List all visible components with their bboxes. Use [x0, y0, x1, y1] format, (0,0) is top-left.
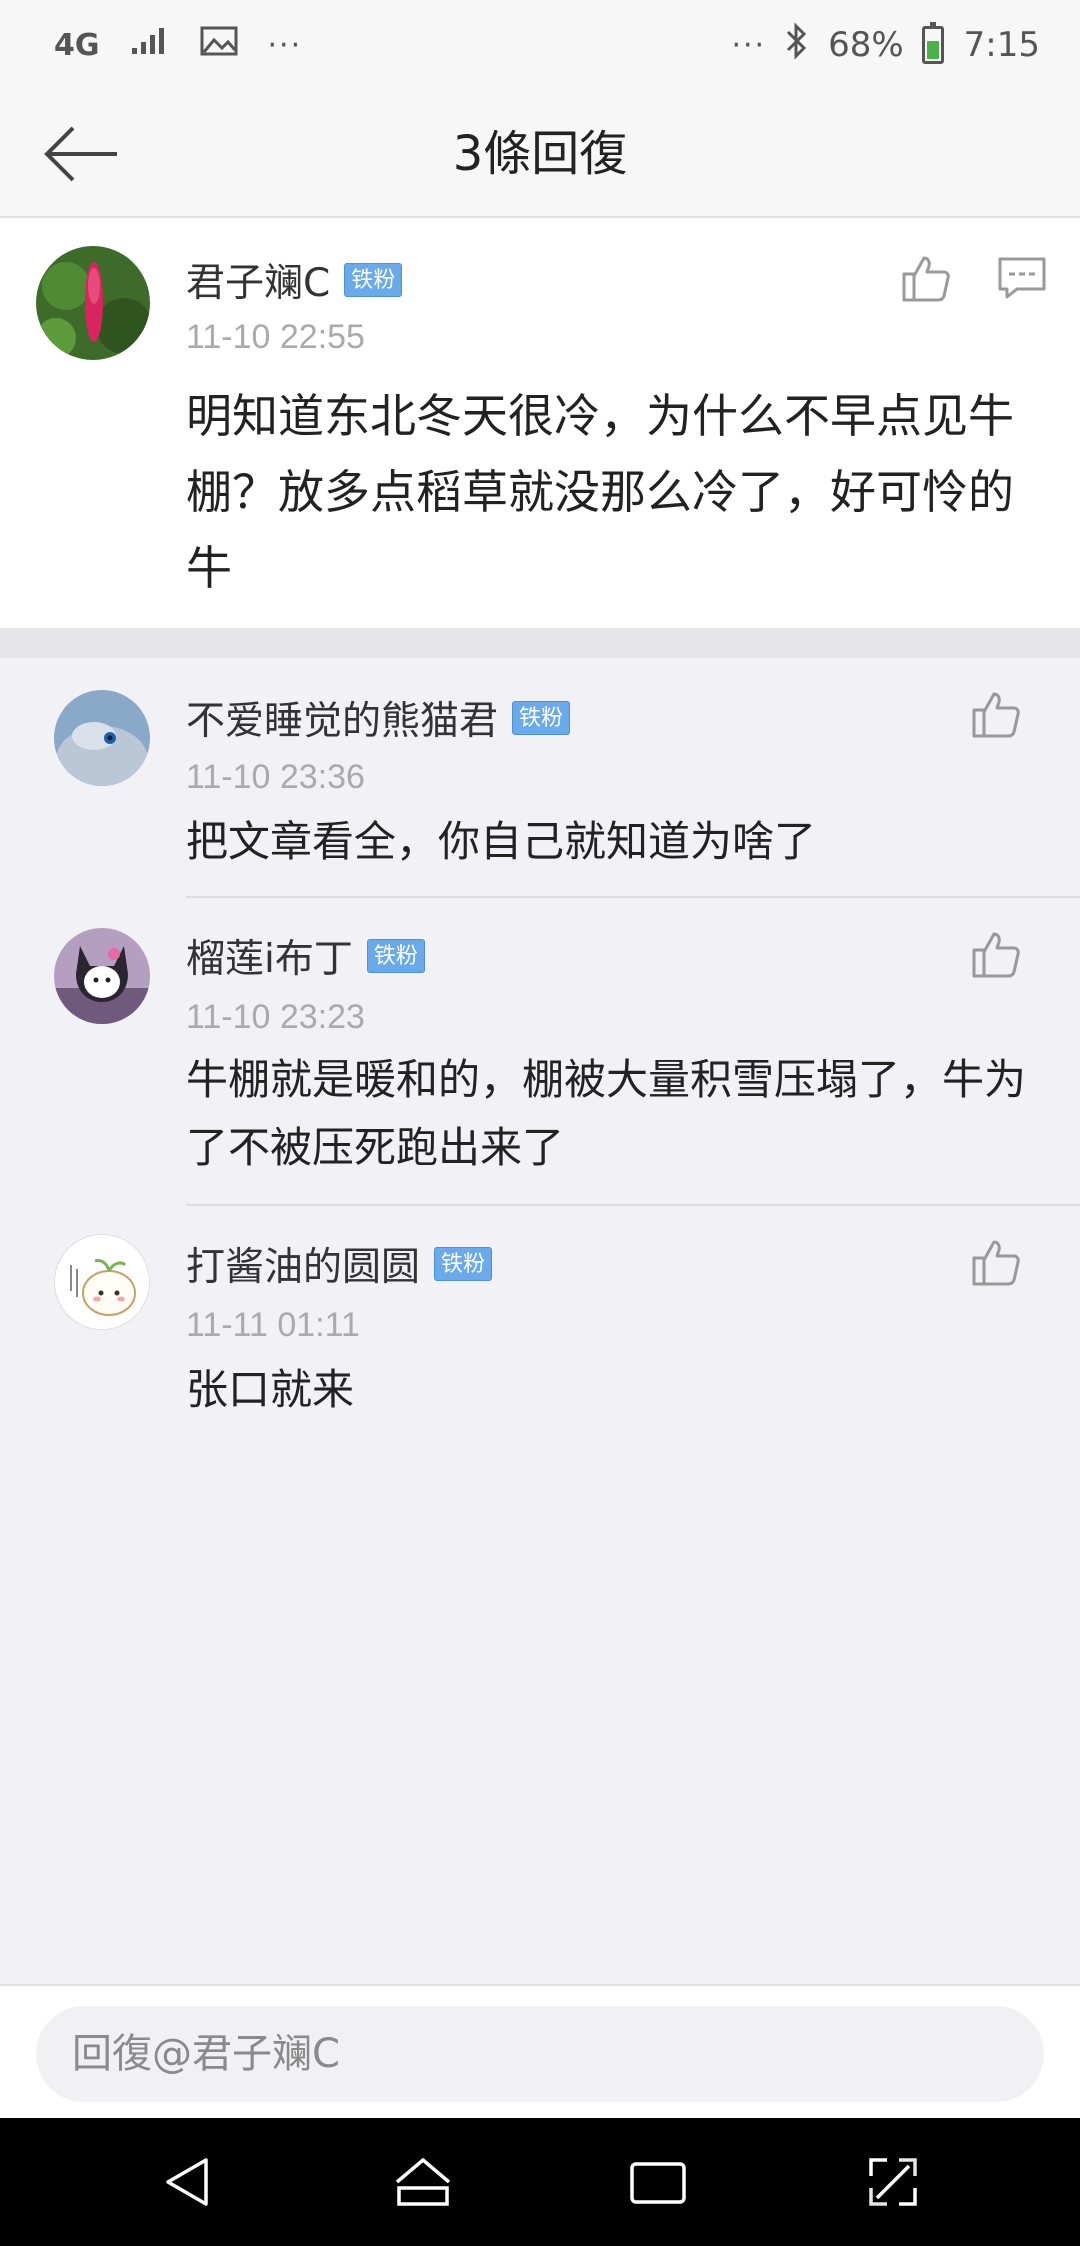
- nav-home-button[interactable]: [383, 2142, 463, 2222]
- signal-icon: [130, 25, 170, 65]
- reply-input-bar: [0, 1984, 1080, 2118]
- nav-recents-button[interactable]: [618, 2142, 698, 2222]
- status-more-dots: ···: [731, 27, 767, 63]
- header: 3條回復: [0, 90, 1080, 218]
- network-type: 4G: [54, 27, 100, 63]
- recents-icon: [629, 2162, 686, 2204]
- nav-expand-button[interactable]: [853, 2142, 933, 2222]
- status-bar: 4G ··· ··· 68% 7:15: [0, 0, 1080, 90]
- username[interactable]: 榴莲i布丁: [186, 928, 353, 984]
- thumbs-up-icon: [972, 692, 1020, 738]
- main-comment: 君子斓C 铁粉 11-10 22:55 明知道东北冬天很冷，为什么不早点见牛棚？…: [0, 218, 1080, 628]
- avatar[interactable]: [54, 1234, 150, 1330]
- like-button[interactable]: [966, 924, 1026, 984]
- thumbs-up-icon: [902, 256, 950, 302]
- battery-percent: 68%: [828, 25, 904, 65]
- reply-author[interactable]: 打酱油的圆圆 铁粉: [186, 1236, 493, 1292]
- reply-time: 11-11 01:11: [186, 1306, 360, 1344]
- fan-badge: 铁粉: [366, 939, 425, 973]
- like-button[interactable]: [966, 1232, 1026, 1292]
- reply-text: 把文章看全，你自己就知道为啥了: [186, 817, 817, 866]
- expand-icon: [868, 2158, 917, 2206]
- status-bar-left: 4G ···: [54, 25, 302, 65]
- like-button[interactable]: [896, 248, 956, 308]
- reply-author[interactable]: 榴莲i布丁 铁粉: [186, 928, 425, 984]
- section-divider: [0, 628, 1080, 658]
- reply-item: 不爱睡觉的熊猫君 铁粉 11-10 23:36 把文章看全，你自己就知道为啥了: [0, 658, 1080, 898]
- reply-time: 11-10 23:23: [186, 998, 365, 1036]
- back-button[interactable]: [38, 118, 124, 190]
- fan-badge: 铁粉: [344, 263, 403, 297]
- thumbs-up-icon: [972, 932, 1020, 978]
- nav-back-button[interactable]: [148, 2142, 228, 2222]
- avatar[interactable]: [54, 928, 150, 1024]
- reply-item: 榴莲i布丁 铁粉 11-10 23:23 牛棚就是暖和的，棚被大量积雪压塌了，牛…: [0, 898, 1080, 1206]
- reply-author[interactable]: 不爱睡觉的熊猫君 铁粉: [186, 690, 571, 746]
- comment-time: 11-10 22:55: [186, 318, 365, 356]
- status-bar-right: ··· 68% 7:15: [731, 21, 1040, 69]
- username[interactable]: 打酱油的圆圆: [186, 1236, 420, 1292]
- system-nav-bar: [0, 2118, 1080, 2246]
- triangle-back-icon: [165, 2158, 208, 2206]
- arrow-left-icon: [44, 126, 117, 182]
- avatar[interactable]: [36, 246, 150, 360]
- fan-badge: 铁粉: [434, 1247, 493, 1281]
- reply-time: 11-10 23:36: [186, 758, 365, 796]
- reply-text: 牛棚就是暖和的，棚被大量积雪压塌了，牛为了不被压死跑出来了: [186, 1055, 1027, 1172]
- reply-text: 张口就来: [186, 1365, 355, 1414]
- like-button[interactable]: [966, 684, 1026, 744]
- home-icon: [395, 2158, 450, 2206]
- reply-item: 打酱油的圆圆 铁粉 11-11 01:11 张口就来: [0, 1206, 1080, 1446]
- notification-more-dots: ···: [267, 27, 303, 63]
- bluetooth-icon: [784, 21, 810, 69]
- battery-icon: [921, 22, 944, 64]
- fan-badge: 铁粉: [512, 701, 571, 735]
- thumbs-up-icon: [972, 1240, 1020, 1286]
- comment-text: 明知道东北冬天很冷，为什么不早点见牛棚？放多点稻草就没那么冷了，好可怜的牛: [186, 389, 1014, 595]
- comment-icon: [998, 257, 1046, 299]
- comment-author[interactable]: 君子斓C 铁粉: [186, 252, 403, 308]
- username[interactable]: 君子斓C: [186, 252, 330, 308]
- clock: 7:15: [963, 25, 1040, 65]
- username[interactable]: 不爱睡觉的熊猫君: [186, 690, 498, 746]
- avatar[interactable]: [54, 690, 150, 786]
- reply-input[interactable]: [36, 2006, 1044, 2102]
- reply-button[interactable]: [992, 248, 1052, 308]
- image-icon: [200, 25, 238, 65]
- page-title: 3條回復: [452, 126, 628, 182]
